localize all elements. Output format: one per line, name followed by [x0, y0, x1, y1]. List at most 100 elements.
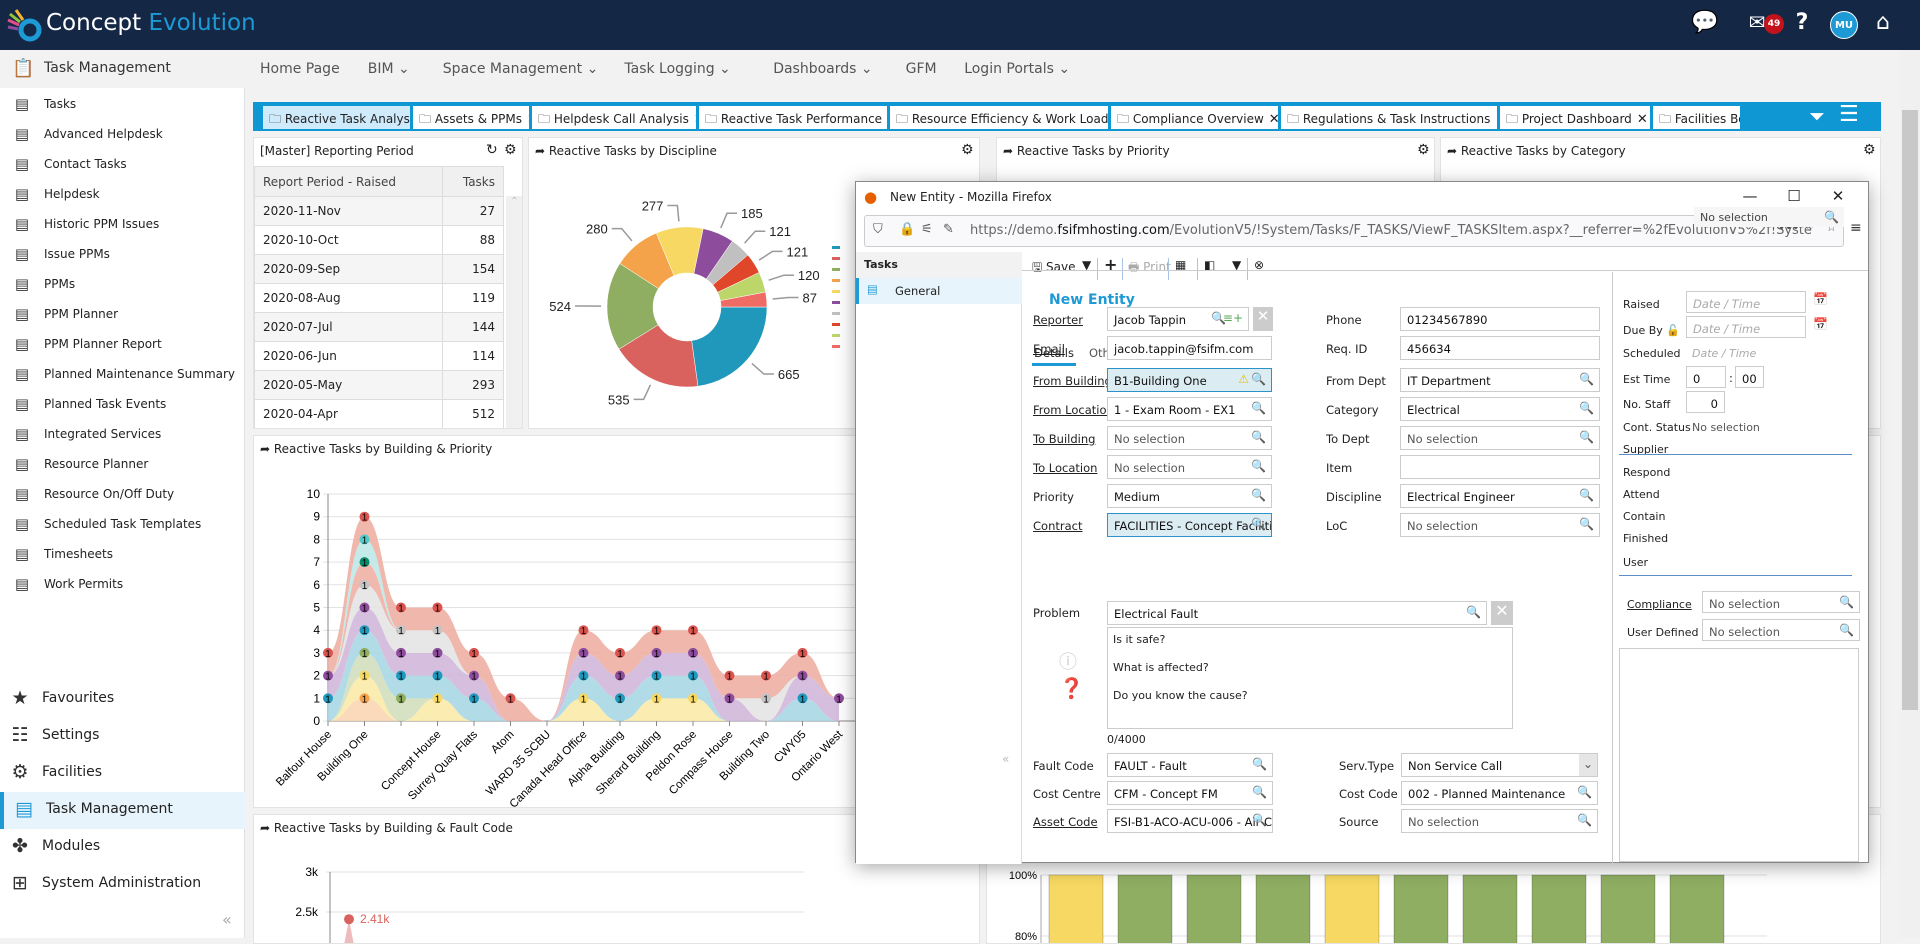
raised-field[interactable]: Date / Time [1686, 291, 1806, 313]
field-label[interactable]: From Location [1033, 403, 1114, 417]
sidebar-module-modules[interactable]: ✤Modules [0, 829, 245, 866]
search-icon[interactable]: 🔍 [1577, 813, 1592, 827]
sidebar-item[interactable]: ▤Advanced Helpdesk [0, 120, 245, 150]
field-label[interactable]: Contract [1033, 519, 1082, 533]
sidebar-module-favourites[interactable]: ★Favourites [0, 681, 245, 718]
field-input[interactable]: No selection🔍 [1400, 426, 1600, 450]
sidebar-module-settings[interactable]: ☷Settings [0, 718, 245, 755]
column-header[interactable]: Tasks [442, 167, 503, 197]
field-input[interactable] [1400, 455, 1600, 479]
sidebar-item[interactable]: ▤Scheduled Task Templates [0, 510, 245, 540]
sidebar-module-system-administration[interactable]: ⊞System Administration [0, 866, 245, 903]
search-icon[interactable]: 🔍 [1251, 430, 1266, 444]
problem-description-textarea[interactable]: Is it safe?What is affected?Do you know … [1107, 627, 1513, 729]
sidebar-item[interactable]: ▤PPM Planner [0, 300, 245, 330]
table-row[interactable]: 2020-11-Nov27 [255, 197, 504, 226]
sidebar-item[interactable]: ▤Planned Maintenance Summary [0, 360, 245, 390]
hamburger-menu-icon[interactable]: ≡ [1850, 220, 1862, 236]
dashboard-tab[interactable]: 🗀 Compliance Overview✕ [1111, 106, 1278, 129]
gear-icon[interactable]: ⚙ [504, 142, 517, 158]
close-tab-icon[interactable]: ✕ [1269, 112, 1278, 127]
dashboard-tab[interactable]: 🗀 Reactive Task Performance✕ [699, 106, 887, 129]
sidebar-item[interactable]: ▤PPM Planner Report [0, 330, 245, 360]
est-minutes-field[interactable]: 00 [1735, 366, 1764, 388]
field-input[interactable]: FSI-B1-ACO-ACU-006 - Air Condi🔍 [1107, 809, 1273, 833]
due-by-field[interactable]: Date / Time [1686, 316, 1806, 338]
compliance-field[interactable]: No selection🔍 [1702, 591, 1860, 613]
search-icon[interactable]: 🔍 [1251, 517, 1266, 531]
search-icon[interactable]: 🔍 [1579, 401, 1594, 415]
home-icon[interactable]: ⌂ [1866, 10, 1900, 35]
clear-button[interactable]: ✕ [1491, 601, 1513, 625]
gear-icon[interactable]: ⚙ [1417, 142, 1430, 158]
close-button[interactable]: ✕ [1818, 187, 1858, 205]
sidebar-item[interactable]: ▤Planned Task Events [0, 390, 245, 420]
nav-item-general[interactable]: ▤General [856, 278, 1022, 304]
help-circle-icon[interactable]: ❓ [1059, 676, 1084, 700]
minimize-button[interactable]: — [1730, 187, 1770, 205]
search-icon[interactable]: 🔍 [1579, 372, 1594, 386]
field-input[interactable]: CFM - Concept FM🔍 [1107, 781, 1273, 805]
sidebar-item[interactable]: ▤PPMs [0, 270, 245, 300]
table-row[interactable]: 2020-09-Sep154 [255, 255, 504, 284]
close-tab-icon[interactable]: ✕ [1637, 112, 1648, 127]
search-icon[interactable]: 🔍 [1251, 372, 1266, 386]
nav-item[interactable]: GFM [906, 61, 937, 77]
field-input[interactable]: Electrical Engineer🔍 [1400, 484, 1600, 508]
field-input[interactable]: 01234567890 [1400, 307, 1600, 331]
refresh-icon[interactable]: ↻ [486, 142, 498, 158]
sidebar-item[interactable]: ▤Work Permits [0, 570, 245, 600]
dashboard-tab[interactable]: 🗀 Regulations & Task Instructions✕ [1281, 106, 1497, 129]
nav-item[interactable]: Space Management ⌄ [443, 61, 599, 77]
table-row[interactable]: 2020-05-May293 [255, 371, 504, 400]
column-header[interactable]: Report Period - Raised [255, 167, 443, 197]
filter-icon[interactable]: ⏷ [1809, 104, 1825, 128]
dashboard-tab[interactable]: 🗀 Facilities Bo [1653, 106, 1740, 129]
close-tab-icon[interactable]: ✕ [1495, 112, 1497, 127]
search-icon[interactable]: 🔍 [1579, 488, 1594, 502]
search-icon[interactable]: 🔍 [1252, 785, 1267, 799]
field-input[interactable]: FACILITIES - Concept Facilities Ma🔍 [1107, 513, 1272, 537]
sidebar-item[interactable]: ▤Historic PPM Issues [0, 210, 245, 240]
nav-item[interactable]: Login Portals ⌄ [964, 61, 1070, 77]
field-label[interactable]: To Location [1033, 461, 1097, 475]
add-button[interactable]: + [1104, 255, 1117, 274]
sidebar-module-task-management[interactable]: ▤Task Management [0, 792, 245, 829]
sidebar-module-title[interactable]: 📋Task Management [0, 50, 245, 88]
dashboard-tab[interactable]: 🗀 Assets & PPMs✕ [413, 106, 529, 129]
sidebar-item[interactable]: ▤Integrated Services [0, 420, 245, 450]
field-input[interactable]: Electrical🔍 [1400, 397, 1600, 421]
field-input[interactable]: 1 - Exam Room - EX1🔍 [1107, 397, 1272, 421]
search-icon[interactable]: 🔍 [1466, 605, 1481, 619]
app-brand[interactable]: Concept Evolution [46, 10, 256, 36]
print-button[interactable]: 🖶 Print [1128, 258, 1171, 279]
dashboard-tab[interactable]: 🗀 Reactive Task Analysis✕ [263, 106, 410, 129]
staff-field[interactable]: 0 [1686, 391, 1725, 413]
field-input[interactable]: 456634 [1400, 336, 1600, 360]
close-tab-icon[interactable]: ✕ [527, 112, 529, 127]
help-icon[interactable]: ? [1785, 10, 1819, 35]
nav-item[interactable]: Home Page [260, 61, 340, 77]
field-input[interactable]: Medium🔍 [1107, 484, 1272, 508]
gear-icon[interactable]: ⚙ [1863, 142, 1876, 158]
maximize-button[interactable]: ☐ [1774, 187, 1814, 205]
search-icon[interactable]: 🔍 [1251, 401, 1266, 415]
user-defined-field[interactable]: No selection🔍 [1702, 619, 1860, 641]
save-button[interactable]: 🖫 Save [1032, 258, 1076, 279]
search-icon[interactable]: 🔍 [1252, 757, 1267, 771]
collapse-nav-button[interactable]: « [1002, 752, 1009, 766]
nav-item[interactable]: Task Logging ⌄ [624, 61, 730, 77]
cont-status-field[interactable]: No selection [1692, 421, 1760, 434]
sidebar-item[interactable]: ▤Timesheets [0, 540, 245, 570]
search-icon[interactable]: 🔍 [1579, 430, 1594, 444]
field-input[interactable]: FAULT - Fault🔍 [1107, 753, 1273, 777]
search-icon[interactable]: 🔍 [1251, 488, 1266, 502]
search-icon[interactable]: 🔍 [1252, 813, 1267, 827]
nav-item[interactable]: Dashboards ⌄ [773, 61, 872, 77]
calendar-icon[interactable]: 📅 [1813, 317, 1828, 331]
sidebar-item[interactable]: ▤Resource Planner [0, 450, 245, 480]
sidebar-item[interactable]: ▤Issue PPMs [0, 240, 245, 270]
field-input[interactable]: No selection🔍 [1107, 455, 1272, 479]
table-row[interactable]: 2020-04-Apr512 [255, 400, 504, 429]
search-icon[interactable]: 🔍 [1251, 459, 1266, 473]
